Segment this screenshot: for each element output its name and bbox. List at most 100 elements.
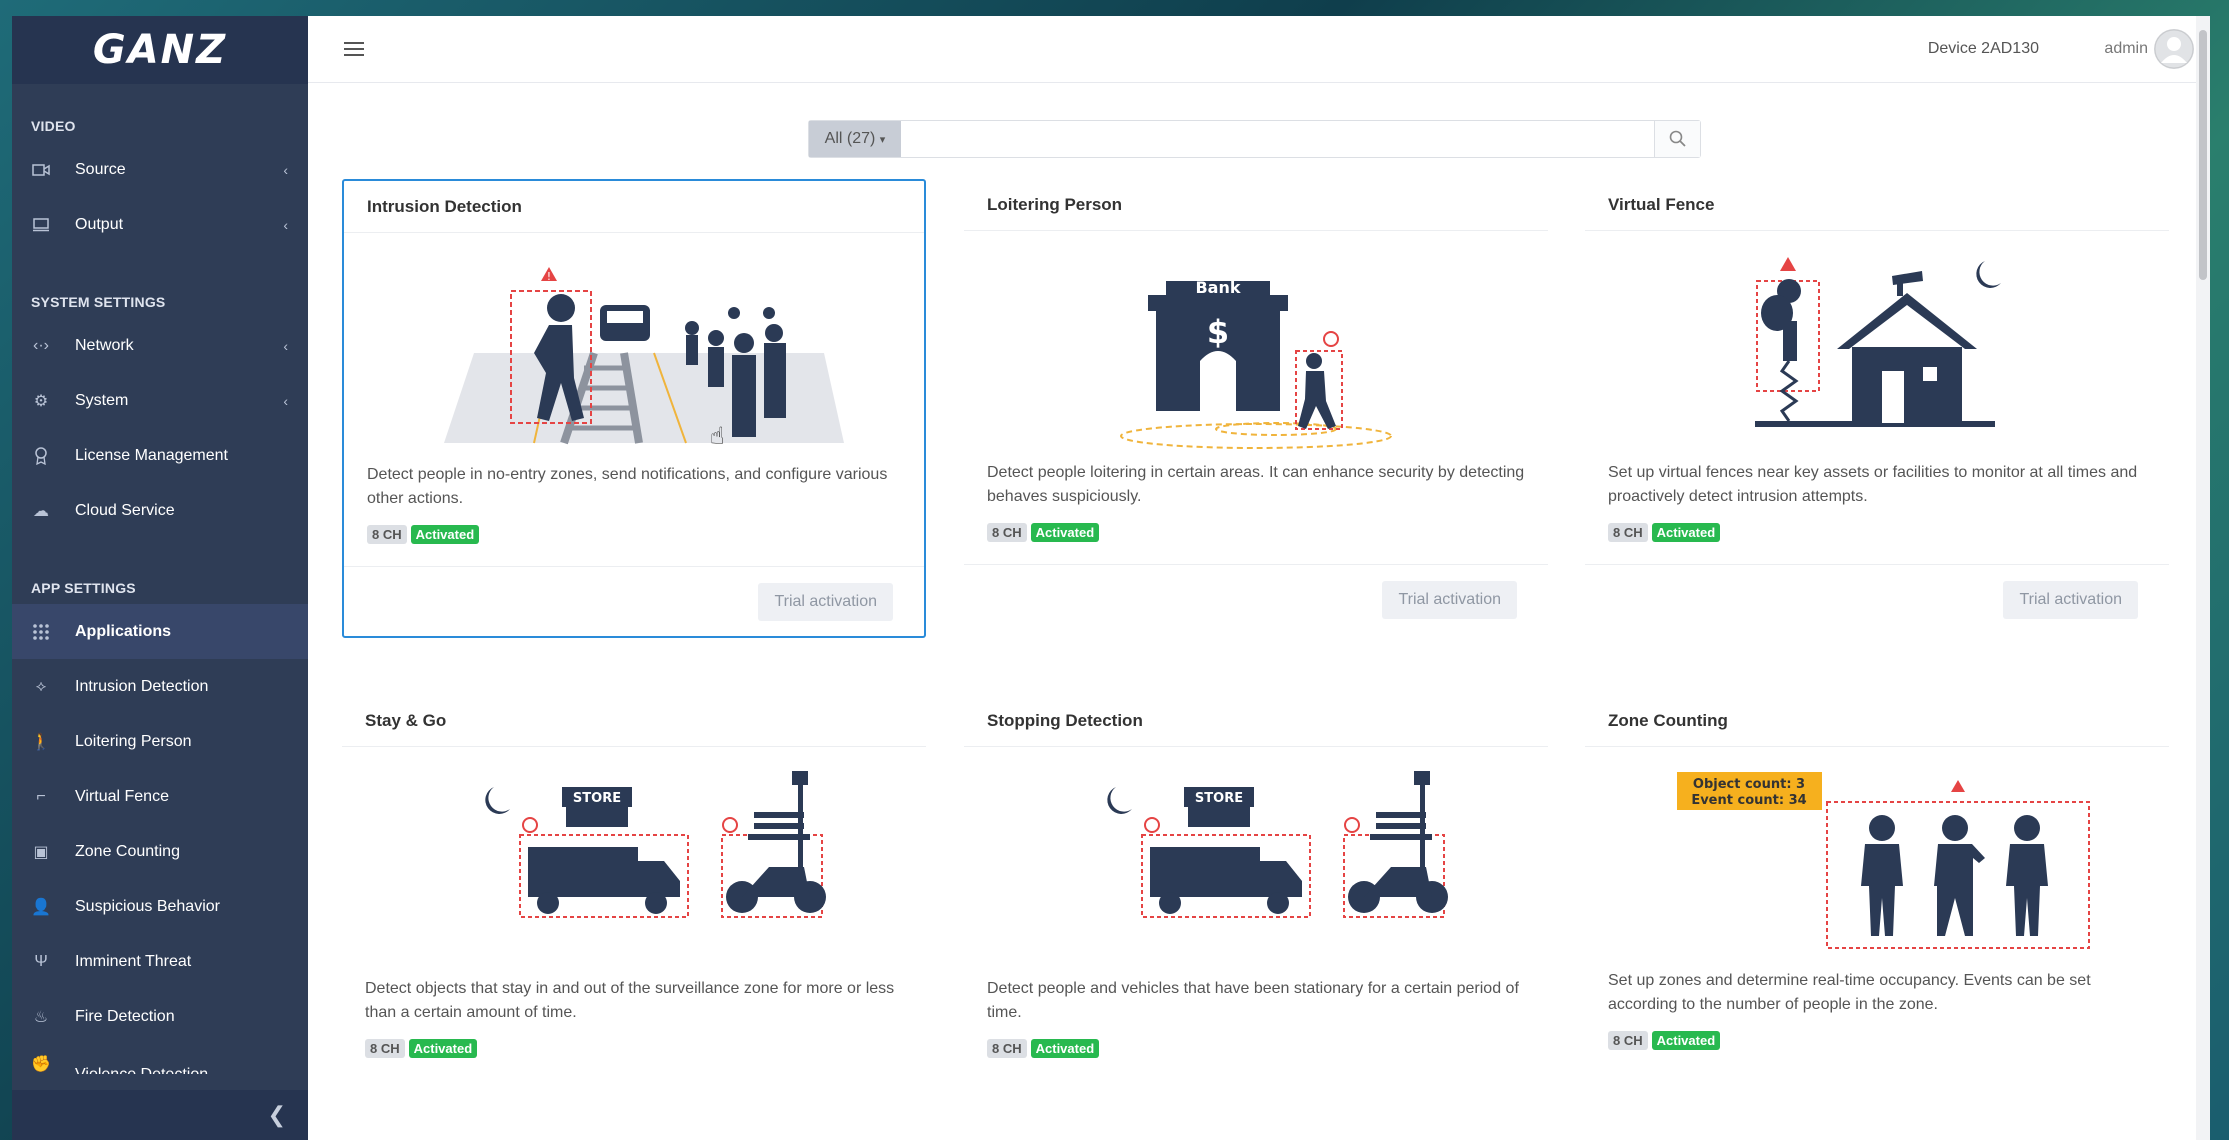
status-badge: Activated <box>410 525 480 544</box>
fence-icon: ⌐ <box>36 787 46 805</box>
status-badge: Activated <box>1030 1039 1100 1058</box>
card-badges: 8 CH Activated <box>964 1027 1548 1058</box>
app-card-loitering-person[interactable]: Loitering Person Bank $ Detect people lo… <box>964 179 1548 634</box>
app-card-stay-and-go[interactable]: Stay & Go STORE Detect objects that stay… <box>342 695 926 1058</box>
page-scrollbar[interactable] <box>2196 16 2210 1140</box>
top-header: Device 2AD130 admin <box>308 16 2210 83</box>
card-badges: 8 CH Activated <box>344 513 924 544</box>
sidebar-item-imminent-threat[interactable]: Ψ Imminent Threat <box>12 934 308 989</box>
sidebar-collapse-button[interactable]: ❮ <box>12 1090 308 1140</box>
virtual-fence-illustration <box>1585 231 2169 461</box>
channel-badge: 8 CH <box>987 1039 1027 1058</box>
stay-and-go-illustration: STORE <box>342 747 926 977</box>
monitor-icon <box>31 215 51 235</box>
card-badges: 8 CH Activated <box>1585 1019 2169 1050</box>
card-title: Stopping Detection <box>964 695 1548 747</box>
avatar[interactable] <box>2154 29 2194 69</box>
card-title: Virtual Fence <box>1585 179 2169 231</box>
sidebar-item-label: Applications <box>75 622 172 640</box>
sidebar-item-applications[interactable]: Applications <box>12 604 308 659</box>
channel-badge: 8 CH <box>1608 1031 1648 1050</box>
filter-label: All (27) <box>824 130 876 147</box>
sidebar-item-loitering-person[interactable]: 🚶 Loitering Person <box>12 714 308 769</box>
brand-logo[interactable]: GANZ <box>12 16 308 84</box>
card-footer: Trial activation <box>1585 564 2169 634</box>
intrusion-icon: ⟡ <box>35 677 47 695</box>
sidebar-item-output[interactable]: Output ‹ <box>12 197 308 252</box>
sidebar-item-label: Source <box>75 160 126 178</box>
sidebar-item-label: Violence Detection <box>75 1066 208 1074</box>
channel-badge: 8 CH <box>367 525 407 544</box>
intrusion-detection-illustration: ! <box>344 233 924 463</box>
svg-text:!: ! <box>547 270 551 283</box>
violence-icon: ✊ <box>31 1056 51 1073</box>
award-icon <box>31 446 51 466</box>
card-description: Set up zones and determine real-time occ… <box>1608 972 2091 1013</box>
search-button[interactable] <box>1654 121 1700 157</box>
svg-text:$: $ <box>1207 313 1229 351</box>
channel-badge: 8 CH <box>987 523 1027 542</box>
zone-icon: ▣ <box>33 843 49 861</box>
card-title: Zone Counting <box>1585 695 2169 747</box>
sidebar-item-label: Cloud Service <box>75 501 175 519</box>
zone-counting-illustration: Object count: 3 Event count: 34 <box>1585 747 2169 969</box>
status-badge: Activated <box>408 1039 478 1058</box>
chevron-left-icon: ‹ <box>283 216 288 233</box>
status-badge: Activated <box>1651 523 1721 542</box>
hands-up-icon: Ψ <box>34 952 48 970</box>
trial-activation-button[interactable]: Trial activation <box>758 582 893 621</box>
sidebar-item-system[interactable]: ⚙ System ‹ <box>12 373 308 428</box>
trial-activation-button[interactable]: Trial activation <box>2003 580 2138 619</box>
network-icon: ‹·› <box>33 336 49 354</box>
sidebar-item-virtual-fence[interactable]: ⌐ Virtual Fence <box>12 769 308 824</box>
chevron-left-icon: ❮ <box>267 1102 286 1127</box>
search-bar: All (27) ▾ <box>808 120 1701 158</box>
app-card-zone-counting[interactable]: Zone Counting Object count: 3 Event coun… <box>1585 695 2169 1050</box>
card-title: Intrusion Detection <box>344 181 924 233</box>
card-description: Detect people in no-entry zones, send no… <box>367 466 888 507</box>
app-card-intrusion-detection[interactable]: Intrusion Detection ! Detect people in n… <box>342 179 926 638</box>
chevron-left-icon: ‹ <box>283 161 288 178</box>
sidebar-item-label: Fire Detection <box>75 1007 175 1025</box>
status-badge: Activated <box>1030 523 1100 542</box>
sidebar-item-label: Imminent Threat <box>75 952 192 970</box>
hamburger-menu-icon[interactable] <box>344 38 364 60</box>
user-name[interactable]: admin <box>2104 40 2148 58</box>
sidebar-item-license-management[interactable]: License Management <box>12 428 308 483</box>
search-input[interactable] <box>901 121 1654 157</box>
chevron-left-icon: ‹ <box>283 392 288 409</box>
trial-activation-button[interactable]: Trial activation <box>1382 580 1517 619</box>
card-badges: 8 CH Activated <box>1585 511 2169 542</box>
sidebar-item-zone-counting[interactable]: ▣ Zone Counting <box>12 824 308 879</box>
sidebar-item-cloud-service[interactable]: ☁ Cloud Service <box>12 483 308 538</box>
sidebar-item-label: Loitering Person <box>75 732 192 750</box>
sidebar-item-fire-detection[interactable]: ♨ Fire Detection <box>12 989 308 1044</box>
sidebar-item-label: Virtual Fence <box>75 787 169 805</box>
sidebar-item-violence-detection[interactable]: ✊ Violence Detection <box>12 1044 308 1074</box>
card-title: Loitering Person <box>964 179 1548 231</box>
event-count-label: Event count: 34 <box>1691 793 1806 808</box>
suspicious-person-icon: 👤 <box>31 898 51 916</box>
sidebar-item-network[interactable]: ‹·› Network ‹ <box>12 318 308 373</box>
sidebar-item-suspicious-behavior[interactable]: 👤 Suspicious Behavior <box>12 879 308 934</box>
sidebar-item-label: Suspicious Behavior <box>75 897 220 915</box>
category-filter-dropdown[interactable]: All (27) ▾ <box>809 121 901 157</box>
app-card-virtual-fence[interactable]: Virtual Fence Set up virtual fences near… <box>1585 179 2169 634</box>
section-system-settings: SYSTEM SETTINGS <box>31 294 166 310</box>
scrollbar-thumb[interactable] <box>2199 30 2207 280</box>
sidebar-item-label: Network <box>75 336 134 354</box>
sidebar-item-source[interactable]: Source ‹ <box>12 142 308 197</box>
app-card-stopping-detection[interactable]: Stopping Detection STORE Detect people a… <box>964 695 1548 1058</box>
card-description: Set up virtual fences near key assets or… <box>1608 464 2138 505</box>
channel-badge: 8 CH <box>365 1039 405 1058</box>
object-count-label: Object count: 3 <box>1693 777 1805 792</box>
sidebar-item-intrusion-detection[interactable]: ⟡ Intrusion Detection <box>12 659 308 714</box>
sidebar-item-label: Zone Counting <box>75 842 180 860</box>
loitering-person-illustration: Bank $ <box>964 231 1548 461</box>
gear-icon: ⚙ <box>33 392 49 410</box>
store-label: STORE <box>1195 791 1243 806</box>
card-footer: Trial activation <box>344 566 924 636</box>
status-badge: Activated <box>1651 1031 1721 1050</box>
app-window: GANZ VIDEO Source ‹ Output ‹ SYSTEM SETT… <box>12 16 2210 1140</box>
card-badges: 8 CH Activated <box>342 1027 926 1058</box>
